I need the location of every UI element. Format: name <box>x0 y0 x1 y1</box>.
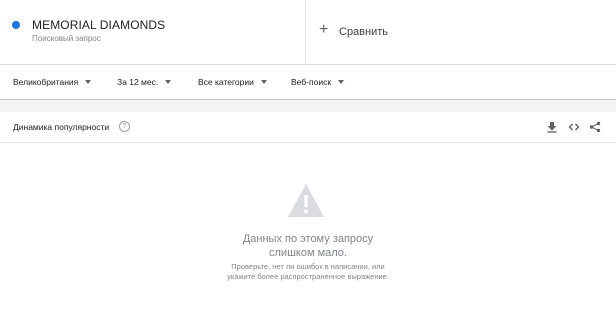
empty-state-hint-line-1: Проверьте, нет ли ошибок в написании, ил… <box>231 262 385 271</box>
search-term-subtitle: Поисковый запрос <box>32 34 101 43</box>
chevron-down-icon <box>85 80 92 84</box>
empty-state-line-1: Данных по этому запросу <box>242 233 374 245</box>
region-dropdown[interactable]: Великобритания <box>13 77 92 87</box>
help-circle-icon[interactable]: ? <box>119 121 130 132</box>
search-terms-bar: MEMORIAL DIAMONDS Поисковый запрос + Сра… <box>0 0 616 65</box>
share-icon[interactable] <box>589 121 601 133</box>
search-term-card[interactable]: MEMORIAL DIAMONDS Поисковый запрос <box>0 0 306 64</box>
chevron-down-icon <box>165 80 172 84</box>
card-header: Динамика популярности ? <box>0 112 616 143</box>
plus-icon: + <box>319 21 329 38</box>
term-color-dot <box>12 21 20 29</box>
category-label: Все категории <box>198 77 254 87</box>
empty-state-hint-line-2: укажите более распространенное выражение… <box>227 272 389 281</box>
embed-code-icon[interactable] <box>568 121 580 133</box>
warning-icon <box>288 184 324 217</box>
download-icon[interactable] <box>546 121 558 133</box>
search-type-label: Веб-поиск <box>291 77 332 87</box>
category-dropdown[interactable]: Все категории <box>198 77 267 87</box>
empty-state-hint: Проверьте, нет ли ошибок в написании, ил… <box>208 262 408 282</box>
compare-button[interactable]: + Сравнить <box>306 0 616 64</box>
compare-label: Сравнить <box>339 26 389 38</box>
filter-bar: Великобритания За 12 мес. Все категории … <box>0 65 616 100</box>
empty-state-message: Данных по этому запросу слишком мало. <box>208 232 408 260</box>
period-dropdown[interactable]: За 12 мес. <box>117 77 172 87</box>
search-type-dropdown[interactable]: Веб-поиск <box>291 77 345 87</box>
chevron-down-icon <box>260 80 267 84</box>
chevron-down-icon <box>338 80 345 84</box>
search-term-title[interactable]: MEMORIAL DIAMONDS <box>32 18 165 32</box>
period-label: За 12 мес. <box>117 77 159 87</box>
card-title: Динамика популярности <box>13 122 110 132</box>
section-separator <box>0 100 616 112</box>
empty-state-line-2: слишком мало. <box>269 247 347 259</box>
region-label: Великобритания <box>13 77 79 87</box>
